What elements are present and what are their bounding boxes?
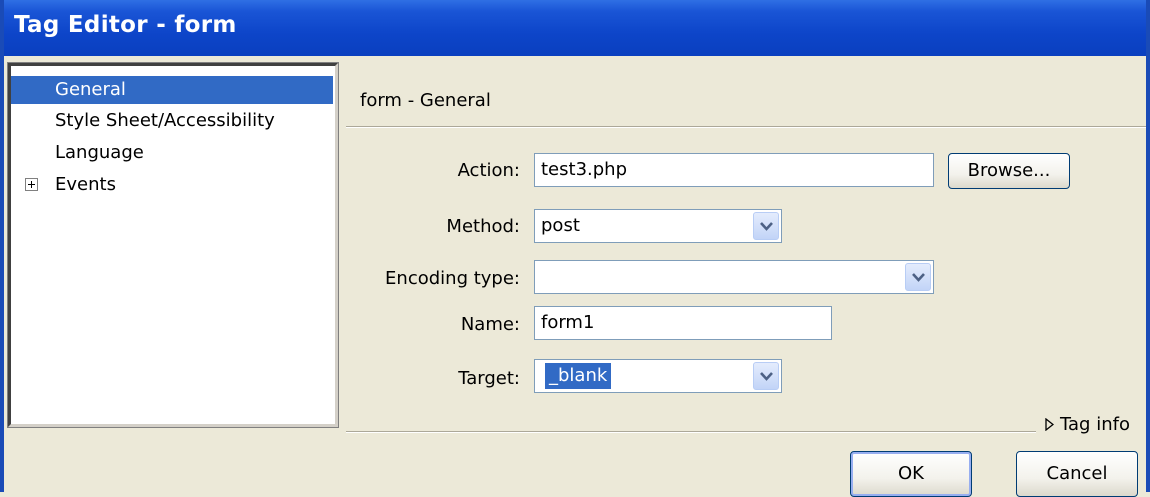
tree-item-label: General	[55, 79, 126, 100]
browse-button[interactable]: Browse...	[948, 153, 1070, 189]
tag-info-label: Tag info	[1060, 414, 1130, 435]
category-tree[interactable]: General Style Sheet/Accessibility Langua…	[7, 62, 339, 428]
tree-item-general[interactable]: General	[11, 76, 333, 104]
encoding-select[interactable]	[534, 260, 934, 294]
panel-title: form - General	[360, 90, 491, 111]
cancel-button[interactable]: Cancel	[1016, 451, 1138, 497]
ok-button[interactable]: OK	[850, 451, 972, 497]
chevron-down-icon[interactable]	[905, 263, 931, 291]
name-input[interactable]: form1	[534, 306, 832, 340]
name-label: Name:	[460, 314, 520, 335]
window-title: Tag Editor - form	[14, 12, 237, 38]
chevron-down-icon[interactable]	[753, 212, 779, 240]
title-bar[interactable]: Tag Editor - form	[0, 0, 1150, 56]
tree-item-label: Events	[55, 174, 116, 195]
tree-item-label: Style Sheet/Accessibility	[55, 110, 275, 131]
expand-plus-icon[interactable]	[25, 178, 38, 191]
method-label: Method:	[446, 216, 520, 237]
method-select[interactable]: post	[534, 209, 782, 243]
chevron-down-icon[interactable]	[753, 362, 779, 390]
tree-item-label: Language	[55, 142, 144, 163]
target-select[interactable]: _blank	[534, 359, 782, 393]
tag-info-divider	[346, 431, 1036, 433]
action-label: Action:	[457, 160, 520, 181]
target-value: _blank	[545, 363, 612, 389]
method-value: post	[541, 215, 580, 236]
triangle-right-icon	[1045, 415, 1055, 436]
target-label: Target:	[458, 368, 520, 389]
encoding-label: Encoding type:	[385, 268, 520, 289]
action-input[interactable]: test3.php	[534, 153, 934, 187]
tag-info-toggle[interactable]: Tag info	[1045, 414, 1130, 436]
title-divider	[346, 126, 1146, 128]
